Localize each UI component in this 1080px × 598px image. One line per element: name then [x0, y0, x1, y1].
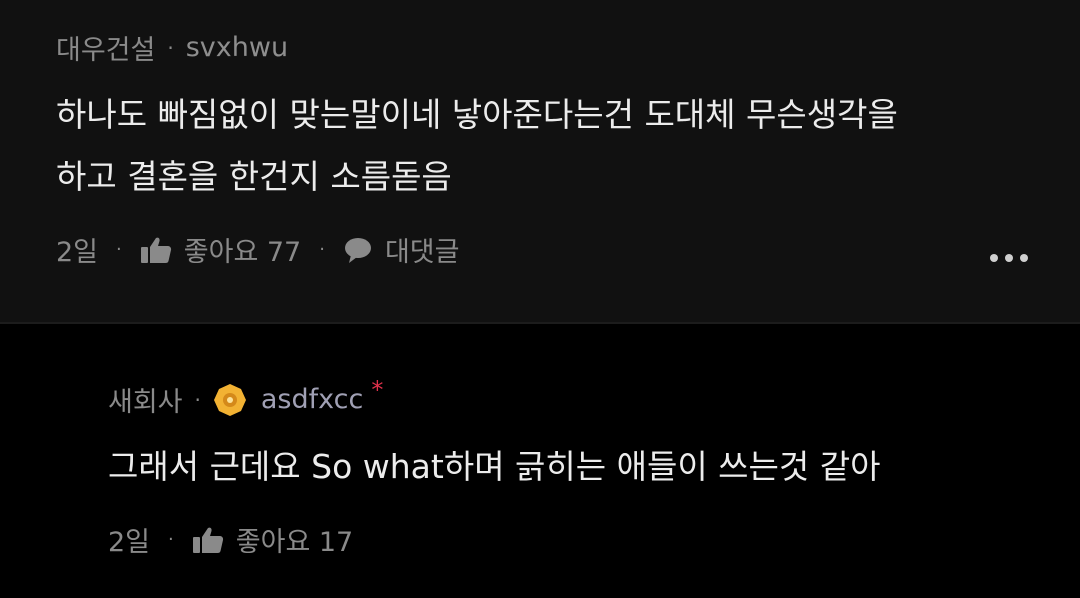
reply-author-username[interactable]: asdfxcc [261, 384, 363, 415]
like-count-label: 좋아요 77 [183, 237, 302, 268]
comment-item: 대우건설 · svxhwu 하나도 빠짐없이 맞는말이네 낳아준다는건 도대체 … [0, 0, 1080, 322]
comment-body-line2: 하고 결혼을 한건지 소름돋음 [56, 157, 452, 196]
author-username[interactable]: svxhwu [186, 32, 288, 63]
reply-time: 2일 [108, 527, 151, 558]
reply-body: 그래서 근데요 So what하며 긁히는 애들이 쓰는것 같아 [108, 447, 881, 486]
author-company: 대우건설 [56, 35, 156, 66]
comment-actions: 2일 · 좋아요 77 · 대댓글 [56, 230, 460, 269]
reply-like-count-label: 좋아요 17 [235, 527, 354, 558]
reply-like-button[interactable]: 좋아요 17 [192, 520, 353, 559]
chat-bubble-icon [344, 237, 371, 263]
reply-author-line: 새회사 · asdfxcc * [108, 376, 383, 419]
more-dot [990, 254, 998, 262]
action-separator: · [319, 239, 325, 260]
reply-label: 대댓글 [384, 237, 460, 268]
comment-thread: 대우건설 · svxhwu 하나도 빠짐없이 맞는말이네 낳아준다는건 도대체 … [0, 0, 1080, 598]
reply-comment-item: 새회사 · asdfxcc * 그래서 근데요 So what하며 긁히는 애들… [0, 324, 1080, 598]
comment-author-line: 대우건설 · svxhwu [56, 28, 288, 67]
action-separator: · [168, 529, 174, 550]
more-options-button[interactable] [990, 254, 1028, 262]
reply-actions: 2일 · 좋아요 17 [108, 520, 353, 559]
action-separator: · [116, 239, 122, 260]
like-button[interactable]: 좋아요 77 [140, 230, 301, 269]
reply-button[interactable]: 대댓글 [343, 230, 460, 269]
author-mark: * [371, 375, 384, 404]
reply-author-company: 새회사 [108, 387, 183, 418]
thumbs-up-icon [192, 527, 223, 553]
more-dot [1005, 254, 1013, 262]
gold-badge-icon [213, 383, 246, 416]
more-dot [1020, 254, 1028, 262]
author-separator: · [194, 387, 201, 412]
author-separator: · [167, 35, 174, 60]
comment-body-line1: 하나도 빠짐없이 맞는말이네 낳아준다는건 도대체 무슨생각을 [56, 95, 898, 134]
thumbs-up-icon [140, 237, 171, 263]
comment-time: 2일 [56, 237, 99, 268]
